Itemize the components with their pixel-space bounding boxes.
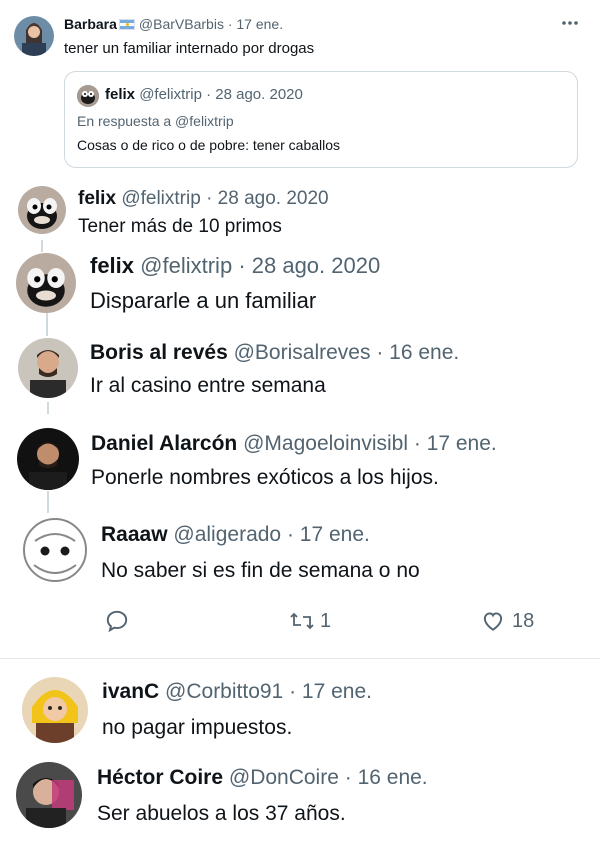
- quoted-reply-to[interactable]: En respuesta a @felixtrip: [77, 113, 234, 129]
- avatar-felix[interactable]: [18, 186, 66, 234]
- reply-header: felix @felixtrip · 28 ago. 2020: [78, 188, 329, 210]
- author-name[interactable]: Barbara: [64, 16, 117, 32]
- author-handle[interactable]: @BarVBarbis: [139, 16, 224, 32]
- tweet-text: tener un familiar internado por drogas: [64, 40, 315, 57]
- reply-text: Ir al casino entre semana: [90, 374, 326, 397]
- reply-time: · 17 ene.: [286, 523, 370, 546]
- reply-author-name[interactable]: Héctor Coire: [97, 766, 223, 789]
- retweet-icon: [288, 608, 316, 634]
- thread-line: [47, 402, 49, 414]
- reply-author-name[interactable]: ivanC: [102, 680, 159, 703]
- avatar-boris[interactable]: [18, 338, 78, 398]
- retweet-action[interactable]: 1: [288, 608, 331, 634]
- tweet-time[interactable]: · 17 ene.: [228, 16, 283, 32]
- avatar-felix[interactable]: [16, 253, 76, 313]
- avatar-hector[interactable]: [16, 762, 82, 828]
- thread-line: [47, 491, 49, 513]
- reply-author-name[interactable]: Raaaw: [101, 523, 168, 546]
- quoted-time: · 28 ago. 2020: [206, 86, 303, 103]
- avatar-daniel[interactable]: [17, 428, 79, 490]
- reply-text: No saber si es fin de semana o no: [101, 559, 420, 582]
- ellipsis-icon[interactable]: [560, 15, 580, 31]
- retweet-count: 1: [320, 609, 332, 632]
- reply-author-handle[interactable]: @felixtrip: [140, 253, 232, 278]
- thread-line: [46, 313, 48, 336]
- reply-author-name[interactable]: Boris al revés: [90, 341, 228, 364]
- reply-author-handle[interactable]: @Corbitto91: [165, 680, 283, 703]
- like-action[interactable]: 18: [480, 608, 534, 634]
- reply-time: · 16 ene.: [376, 341, 460, 364]
- reply-header: Héctor Coire @DonCoire · 16 ene.: [97, 766, 428, 790]
- reply-text: Ser abuelos a los 37 años.: [97, 802, 346, 825]
- quoted-tweet-card[interactable]: felix @felixtrip · 28 ago. 2020 En respu…: [64, 71, 578, 168]
- reply-time: · 28 ago. 2020: [206, 188, 329, 209]
- quoted-author-name[interactable]: felix: [105, 86, 135, 103]
- reply-author-handle[interactable]: @felixtrip: [121, 188, 200, 209]
- reply-text: Dispararle a un familiar: [90, 288, 317, 313]
- reply-header: Daniel Alarcón @Magoeloinvisibl · 17 ene…: [91, 432, 497, 456]
- reply-action[interactable]: [104, 608, 136, 634]
- reply-header: Boris al revés @Borisalreves · 16 ene.: [90, 341, 459, 365]
- reply-time: · 16 ene.: [344, 766, 428, 789]
- divider: [0, 658, 600, 659]
- reply-text: Ponerle nombres exóticos a los hijos.: [91, 466, 439, 489]
- reply-author-handle[interactable]: @Magoeloinvisibl: [243, 432, 408, 455]
- avatar-ivanc[interactable]: [22, 677, 88, 743]
- like-count: 18: [512, 609, 535, 632]
- reply-author-handle[interactable]: @Borisalreves: [234, 341, 371, 364]
- reply-icon: [104, 608, 130, 634]
- argentina-flag-icon: [118, 19, 135, 30]
- reply-author-name[interactable]: felix: [78, 188, 116, 209]
- reply-time: · 28 ago. 2020: [238, 253, 381, 278]
- reply-author-name[interactable]: felix: [90, 253, 134, 278]
- quoted-header: felix @felixtrip · 28 ago. 2020: [105, 86, 303, 103]
- reply-author-name[interactable]: Daniel Alarcón: [91, 432, 237, 455]
- reply-time: · 17 ene.: [289, 680, 372, 703]
- reply-header: felix @felixtrip · 28 ago. 2020: [90, 253, 380, 279]
- like-icon: [480, 608, 506, 634]
- reply-author-handle[interactable]: @DonCoire: [229, 766, 339, 789]
- tweet-header: Barbara @BarVBarbis · 17 ene.: [64, 16, 283, 32]
- reply-text: no pagar impuestos.: [102, 716, 293, 739]
- reply-time: · 17 ene.: [413, 432, 497, 455]
- reply-header: Raaaw @aligerado · 17 ene.: [101, 523, 370, 547]
- avatar-raaaw[interactable]: [22, 517, 88, 583]
- reply-header: ivanC @Corbitto91 · 17 ene.: [102, 680, 372, 704]
- reply-author-handle[interactable]: @aligerado: [173, 523, 281, 546]
- avatar-barbara[interactable]: [14, 16, 54, 56]
- avatar-felix-small: [77, 85, 99, 107]
- reply-text: Tener más de 10 primos: [78, 216, 282, 237]
- thread-line: [41, 240, 43, 252]
- quoted-text: Cosas o de rico o de pobre: tener caball…: [77, 137, 341, 153]
- quoted-author-handle[interactable]: @felixtrip: [139, 86, 202, 103]
